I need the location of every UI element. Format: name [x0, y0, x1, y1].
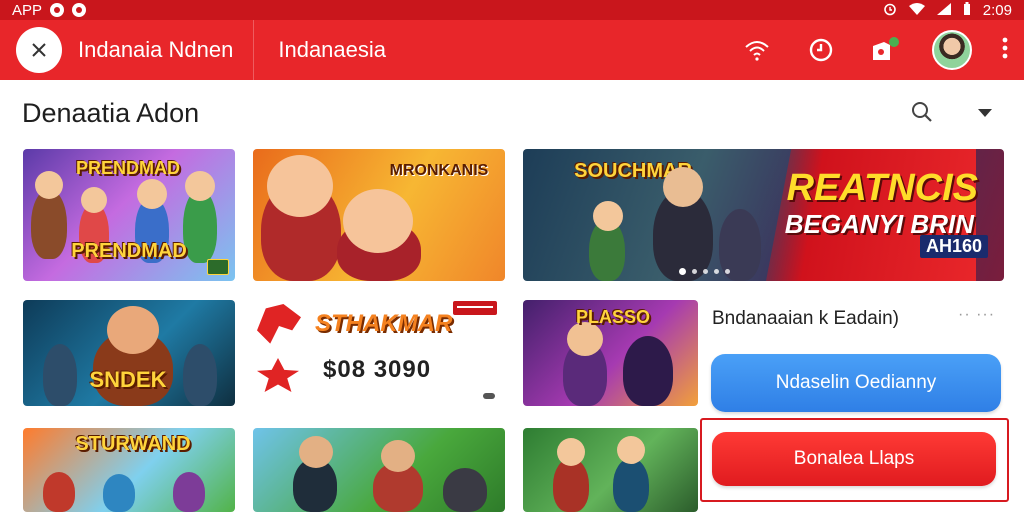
cta-button[interactable]: Bonalea Llaps — [712, 432, 996, 486]
carousel-dot[interactable] — [692, 269, 697, 274]
game-tile-4[interactable]: SNDEK — [23, 300, 235, 406]
status-time: 2:09 — [982, 1, 1012, 19]
character-head — [567, 322, 603, 356]
character-head — [35, 171, 63, 199]
game-tile-2[interactable]: MRONKANIS — [253, 149, 505, 281]
character-figure — [623, 336, 673, 406]
notification-icon[interactable] — [868, 33, 902, 67]
game-tile-1[interactable]: PRENDMAD PRENDMAD — [23, 149, 235, 281]
character-head — [107, 306, 159, 354]
star-icon — [257, 358, 299, 392]
search-icon[interactable] — [910, 100, 938, 128]
history-icon[interactable] — [804, 33, 838, 67]
primary-action-button[interactable]: Ndaselin Oedianny — [711, 354, 1001, 412]
side-panel-title: Bndanaaian k Eadain) — [712, 308, 899, 329]
carousel-dot[interactable] — [703, 269, 708, 274]
character-figure — [613, 458, 649, 512]
character-figure — [553, 458, 589, 512]
character-figure — [443, 468, 487, 512]
character-figure — [173, 472, 205, 512]
tile-price: $08 3090 — [323, 356, 432, 383]
game-tile-5[interactable]: STHAKMAR $08 3090 — [253, 300, 505, 406]
wifi-icon[interactable] — [740, 33, 774, 67]
status-left: APP — [12, 1, 87, 19]
tile-badge — [207, 259, 229, 275]
tile-logo: PRENDMAD — [59, 241, 199, 262]
carousel-dot[interactable] — [679, 268, 686, 275]
status-bar: APP 2:09 — [0, 0, 1024, 20]
tile-logo: STURWAND — [63, 434, 203, 455]
carousel-indicator — [679, 268, 730, 275]
notification-dot-icon — [72, 3, 87, 17]
character-head — [381, 440, 415, 472]
mascot-icon — [257, 304, 301, 344]
game-tile-7[interactable]: STURWAND — [23, 428, 235, 512]
tile-logo: MRONKANIS — [377, 162, 501, 180]
banner-title: REATNCIS — [786, 167, 978, 209]
signal-icon — [936, 2, 951, 18]
tile-logo: SNDEK — [63, 368, 193, 391]
character-head — [267, 155, 333, 217]
tile-label: PLASSO — [575, 307, 650, 327]
close-icon — [32, 43, 46, 57]
status-right: 2:09 — [883, 2, 1012, 19]
status-app-label: APP — [12, 1, 43, 19]
app-title: Indanaia Ndnen — [78, 37, 234, 62]
app-bar-actions — [740, 30, 1008, 70]
battery-icon — [963, 2, 971, 18]
dropdown-icon[interactable] — [976, 106, 996, 122]
character-head — [137, 179, 167, 209]
character-head — [299, 436, 333, 468]
tile-label: PRENDMAD — [75, 158, 180, 178]
tile-label: PRENDMAD — [71, 240, 187, 262]
character-figure — [103, 474, 135, 512]
character-head — [557, 438, 585, 466]
character-head — [617, 436, 645, 464]
app-bar-divider — [253, 20, 255, 80]
close-button[interactable] — [16, 27, 62, 73]
tile-label: STURWAND — [75, 433, 191, 455]
app-bar: Indanaia Ndnen Indanaesia — [0, 20, 1024, 80]
game-tile-6[interactable]: PLASSO — [523, 300, 698, 406]
character-head — [663, 167, 703, 207]
game-tile-9[interactable] — [523, 428, 698, 512]
game-tile-8[interactable] — [253, 428, 505, 512]
alarm-icon — [883, 2, 897, 19]
character-figure — [43, 472, 75, 512]
more-vert-icon[interactable] — [1002, 37, 1008, 63]
tile-label: SNDEK — [89, 367, 167, 392]
tile-logo-top: PRENDMAD — [63, 159, 193, 178]
carousel-dot[interactable] — [725, 269, 730, 274]
tile-logo-top: PLASSO — [543, 308, 683, 327]
tile-badge — [453, 301, 497, 315]
avatar[interactable] — [932, 30, 972, 70]
wifi-icon — [908, 2, 925, 18]
carousel-dot[interactable] — [714, 269, 719, 274]
banner-tag: AH160 — [919, 235, 988, 258]
character-head — [81, 187, 107, 213]
tile-label: MRONKANIS — [389, 162, 489, 179]
controller-icon — [483, 391, 495, 404]
tile-title: STHAKMAR — [315, 310, 453, 337]
character-head — [593, 201, 623, 231]
app-subtitle[interactable]: Indanaesia — [278, 37, 386, 63]
character-head — [343, 189, 413, 253]
notification-dot-icon — [50, 3, 65, 17]
featured-banner[interactable]: SOUCHMAR REATNCIS BEGANYI BRIN AH160 — [523, 149, 1004, 281]
more-horiz-icon[interactable]: ·· ··· — [958, 306, 995, 324]
section-title: Denaatia Adon — [22, 98, 200, 128]
